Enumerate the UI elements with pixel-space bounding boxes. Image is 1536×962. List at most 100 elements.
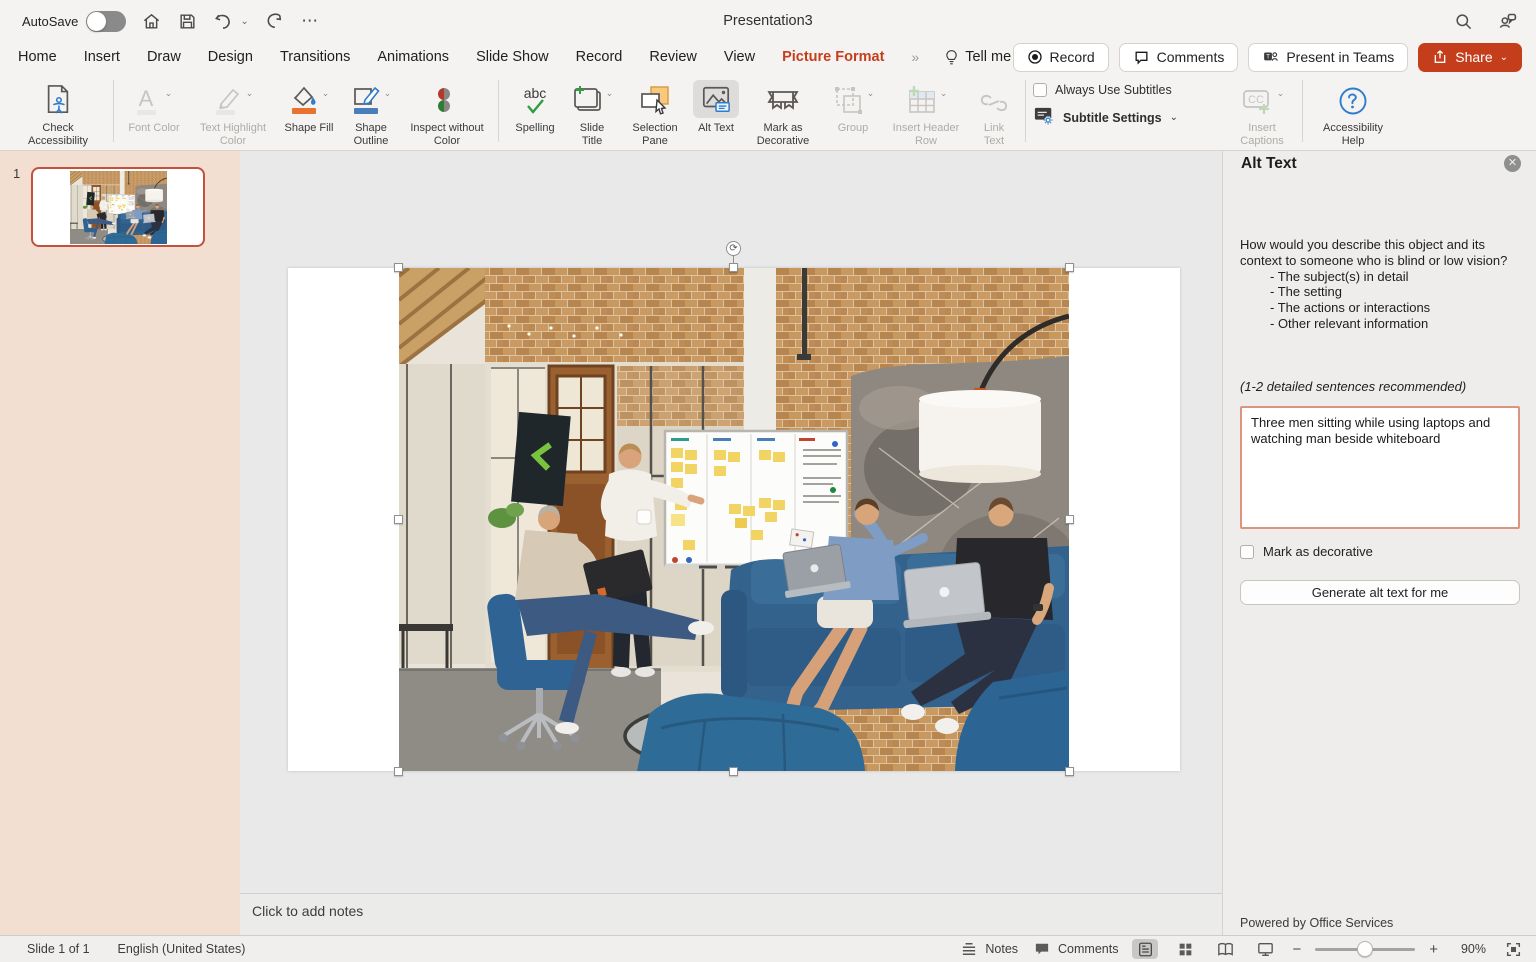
shape-fill-chevron-icon[interactable]: ⌄ xyxy=(322,88,330,99)
resize-handle-middle-left[interactable] xyxy=(394,515,403,524)
spelling-button[interactable]: abc Spelling xyxy=(506,78,564,137)
tab-record[interactable]: Record xyxy=(576,49,623,65)
slide-show-view-button[interactable] xyxy=(1252,939,1278,959)
text-highlight-chevron-icon[interactable]: ⌄ xyxy=(246,88,254,99)
check-accessibility-button[interactable]: Check Accessibility xyxy=(10,78,106,149)
shape-outline-button[interactable]: ⌄ Shape Outline xyxy=(339,78,403,149)
insert-header-row-button[interactable]: ⌄ Insert Header Row xyxy=(882,78,970,149)
tab-home[interactable]: Home xyxy=(18,49,57,65)
notes-toggle[interactable]: Notes xyxy=(959,940,1018,958)
link-text-icon xyxy=(978,80,1010,118)
shape-outline-chevron-icon[interactable]: ⌄ xyxy=(384,88,392,99)
resize-handle-top-right[interactable] xyxy=(1065,263,1074,272)
share-button-label: Share xyxy=(1455,49,1492,65)
group-button[interactable]: ⌄ Group xyxy=(824,78,882,137)
autosave-toggle[interactable]: AutoSave xyxy=(22,11,126,32)
svg-text:abc: abc xyxy=(524,85,547,101)
slide-count-label: Slide 1 of 1 xyxy=(27,942,90,956)
notes-toggle-label: Notes xyxy=(985,942,1018,956)
share-button[interactable]: Share ⌄ xyxy=(1418,43,1522,72)
home-icon[interactable] xyxy=(140,10,162,32)
generate-alt-text-button[interactable]: Generate alt text for me xyxy=(1240,580,1520,605)
resize-handle-top-center[interactable] xyxy=(729,263,738,272)
shape-fill-button[interactable]: ⌄ Shape Fill xyxy=(279,78,339,137)
fit-slide-to-window-button[interactable] xyxy=(1500,939,1526,959)
alt-text-button[interactable]: Alt Text xyxy=(690,78,742,137)
always-use-subtitles-label: Always Use Subtitles xyxy=(1055,83,1172,97)
slide-1-thumbnail[interactable] xyxy=(31,167,205,247)
mark-as-decorative-button[interactable]: Mark as Decorative xyxy=(742,78,824,149)
resize-handle-bottom-right[interactable] xyxy=(1065,767,1074,776)
record-dot-icon xyxy=(1027,49,1043,65)
ribbon-divider xyxy=(113,80,114,142)
slide-sorter-view-button[interactable] xyxy=(1172,939,1198,959)
always-use-subtitles-checkbox[interactable]: Always Use Subtitles xyxy=(1033,83,1229,97)
subtitle-settings-button[interactable]: Subtitle Settings ⌄ xyxy=(1033,106,1229,129)
tab-review[interactable]: Review xyxy=(649,49,697,65)
mark-as-decorative-box-icon[interactable] xyxy=(1240,545,1254,559)
zoom-in-button[interactable]: + xyxy=(1429,941,1438,958)
tab-design[interactable]: Design xyxy=(208,49,253,65)
insert-captions-button[interactable]: CC ⌄ Insert Captions xyxy=(1229,78,1295,149)
slide-title-chevron-icon[interactable]: ⌄ xyxy=(606,88,614,99)
tab-transitions[interactable]: Transitions xyxy=(280,49,350,65)
always-use-subtitles-box-icon[interactable] xyxy=(1033,83,1047,97)
tab-view[interactable]: View xyxy=(724,49,755,65)
alt-text-label: Alt Text xyxy=(698,122,734,135)
zoom-level[interactable]: 90% xyxy=(1452,942,1486,956)
insert-captions-chevron-icon[interactable]: ⌄ xyxy=(1277,88,1285,99)
selection-pane-icon xyxy=(639,80,671,118)
reading-view-button[interactable] xyxy=(1212,939,1238,959)
notes-area[interactable]: Click to add notes xyxy=(240,893,1222,935)
spelling-icon: abc xyxy=(518,80,552,118)
slide-canvas[interactable]: ⟳ xyxy=(240,151,1222,893)
language-label[interactable]: English (United States) xyxy=(118,942,246,956)
mark-as-decorative-checkbox[interactable]: Mark as decorative xyxy=(1240,544,1373,559)
text-highlight-color-button[interactable]: ⌄ Text Highlight Color xyxy=(187,78,279,149)
zoom-slider-thumb[interactable] xyxy=(1357,941,1373,957)
resize-handle-top-left[interactable] xyxy=(394,263,403,272)
autosave-switch-icon[interactable] xyxy=(86,11,126,32)
alt-text-bullet-other: - Other relevant information xyxy=(1240,316,1524,332)
tab-picture-format[interactable]: Picture Format xyxy=(782,49,884,65)
resize-handle-middle-right[interactable] xyxy=(1065,515,1074,524)
redo-icon[interactable] xyxy=(263,10,285,32)
group-chevron-icon[interactable]: ⌄ xyxy=(867,88,875,99)
record-button[interactable]: Record xyxy=(1013,43,1109,72)
font-color-button[interactable]: A ⌄ Font Color xyxy=(121,78,187,137)
comments-toggle[interactable]: Comments xyxy=(1032,940,1118,958)
comments-button[interactable]: Comments xyxy=(1119,43,1239,72)
normal-view-button[interactable] xyxy=(1132,939,1158,959)
zoom-out-button[interactable]: − xyxy=(1292,941,1301,958)
present-in-teams-button[interactable]: T Present in Teams xyxy=(1248,43,1408,72)
tell-me[interactable]: Tell me xyxy=(944,49,1011,66)
undo-icon[interactable] xyxy=(212,10,234,32)
slide[interactable]: ⟳ xyxy=(288,268,1180,771)
save-icon[interactable] xyxy=(176,10,198,32)
notes-placeholder[interactable]: Click to add notes xyxy=(252,903,363,919)
tab-overflow-chevrons[interactable]: » xyxy=(911,49,917,65)
rotation-handle[interactable]: ⟳ xyxy=(726,241,741,256)
selection-pane-button[interactable]: Selection Pane xyxy=(620,78,690,149)
insert-header-row-chevron-icon[interactable]: ⌄ xyxy=(940,88,948,99)
accessibility-help-button[interactable]: Accessibility Help xyxy=(1310,78,1396,149)
tab-animations[interactable]: Animations xyxy=(377,49,449,65)
resize-handle-bottom-center[interactable] xyxy=(729,767,738,776)
zoom-slider[interactable] xyxy=(1315,948,1415,951)
tab-insert[interactable]: Insert xyxy=(84,49,120,65)
selected-picture[interactable]: ⟳ xyxy=(399,268,1069,771)
alt-text-input[interactable]: Three men sitting while using laptops an… xyxy=(1240,406,1520,529)
resize-handle-bottom-left[interactable] xyxy=(394,767,403,776)
link-text-button[interactable]: Link Text xyxy=(970,78,1018,149)
inspect-without-color-button[interactable]: Inspect without Color xyxy=(403,78,491,149)
slide-title-button[interactable]: ⌄ Slide Title xyxy=(564,78,620,149)
undo-dropdown-chevron-icon[interactable]: ⌄ xyxy=(240,16,248,27)
close-pane-icon[interactable]: ✕ xyxy=(1504,155,1521,172)
tab-slide-show[interactable]: Slide Show xyxy=(476,49,549,65)
presenter-coach-icon[interactable] xyxy=(1496,10,1518,32)
search-icon[interactable] xyxy=(1452,10,1474,32)
tab-draw[interactable]: Draw xyxy=(147,49,181,65)
slide-thumbnail-panel: 1 xyxy=(0,151,240,935)
font-color-chevron-icon[interactable]: ⌄ xyxy=(165,88,173,99)
more-commands-icon[interactable]: ⋯ xyxy=(299,10,321,32)
